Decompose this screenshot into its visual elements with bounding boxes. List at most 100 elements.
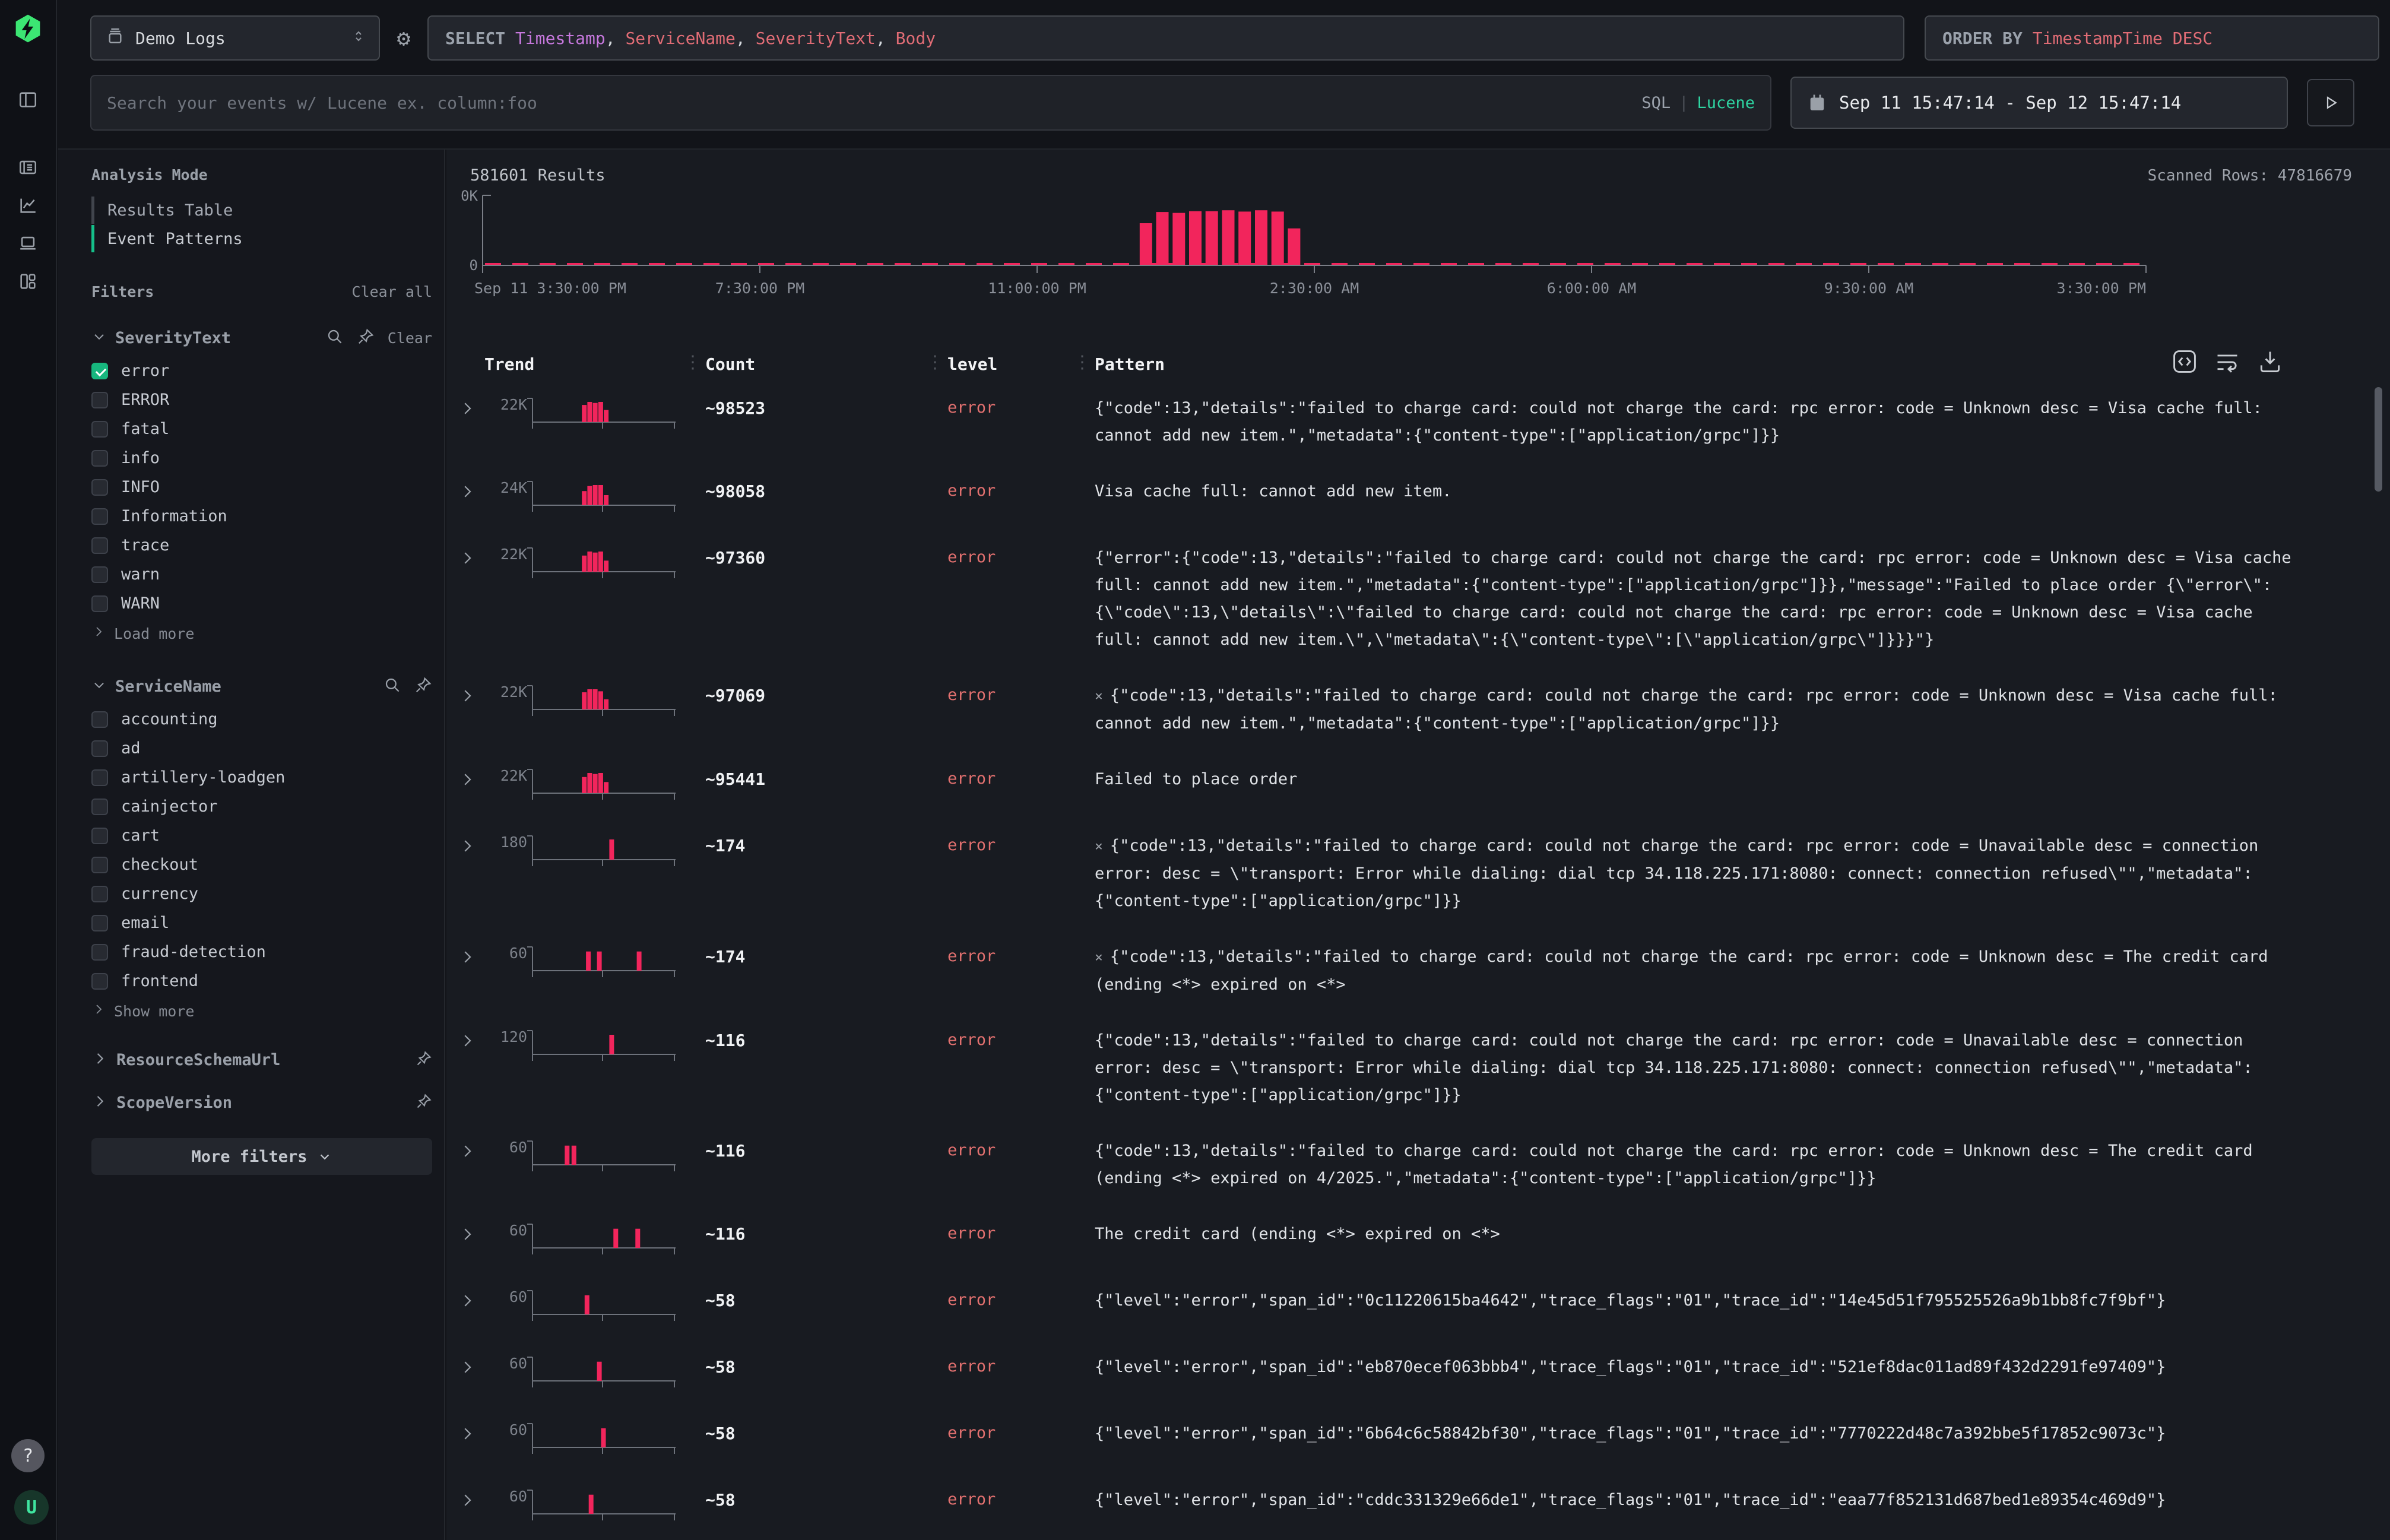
hyperdx-logo-icon[interactable] <box>12 13 43 44</box>
filter-option-ERROR[interactable]: ERROR <box>91 385 432 414</box>
filter-group-ResourceSchemaUrl[interactable]: ResourceSchemaUrl <box>91 1050 432 1069</box>
time-range-picker[interactable]: Sep 11 15:47:14 - Sep 12 15:47:14 <box>1790 77 2288 129</box>
sessions-icon[interactable] <box>16 232 40 255</box>
chevron-down-icon[interactable] <box>91 329 107 347</box>
checkbox[interactable] <box>91 508 108 525</box>
row-expand-chevron-icon[interactable] <box>458 1137 484 1162</box>
pin-icon[interactable] <box>416 1093 432 1112</box>
select-clause-input[interactable]: SELECT Timestamp, ServiceName, SeverityT… <box>427 15 1904 61</box>
pattern-cell[interactable]: {"level":"error","span_id":"6b64c6c58842… <box>1095 1420 2306 1447</box>
filter-option-Information[interactable]: Information <box>91 502 432 531</box>
search-input[interactable]: Search your events w/ Lucene ex. column:… <box>90 75 1771 131</box>
column-header-level[interactable]: ⋮level <box>947 354 1095 374</box>
filter-option-INFO[interactable]: INFO <box>91 473 432 502</box>
show-more-button[interactable]: Show more <box>91 996 432 1026</box>
pattern-cell[interactable]: {"code":13,"details":"failed to charge c… <box>1095 395 2306 449</box>
pattern-cell[interactable]: The credit card (ending <*> expired on <… <box>1095 1221 2306 1248</box>
load-more-button[interactable]: Load more <box>91 618 432 649</box>
column-drag-handle-icon[interactable]: ⋮ <box>1073 352 1091 373</box>
column-header-pattern[interactable]: ⋮Pattern <box>1095 354 2352 374</box>
column-drag-handle-icon[interactable]: ⋮ <box>684 352 702 373</box>
row-expand-chevron-icon[interactable] <box>458 395 484 420</box>
checkbox[interactable] <box>91 915 108 931</box>
events-histogram[interactable]: 80K0Sep 11 3:30:00 PM7:30:00 PM11:00:00 … <box>461 188 2352 324</box>
column-header-trend[interactable]: Trend <box>484 354 705 374</box>
filter-option-email[interactable]: email <box>91 908 432 937</box>
chevron-down-icon[interactable] <box>91 677 107 695</box>
row-expand-chevron-icon[interactable] <box>458 1027 484 1052</box>
row-expand-chevron-icon[interactable] <box>458 1487 484 1512</box>
pin-icon[interactable] <box>414 676 432 696</box>
filter-option-trace[interactable]: trace <box>91 531 432 560</box>
lang-sql-toggle[interactable]: SQL <box>1641 94 1671 112</box>
filter-option-ad[interactable]: ad <box>91 734 432 763</box>
checkbox[interactable] <box>91 711 108 728</box>
download-icon[interactable] <box>2257 348 2283 377</box>
view-code-icon[interactable] <box>2172 348 2198 377</box>
row-expand-chevron-icon[interactable] <box>458 1287 484 1312</box>
pattern-cell[interactable]: {"code":13,"details":"failed to charge c… <box>1095 1027 2306 1109</box>
pattern-cell[interactable]: {"error":{"code":13,"details":"failed to… <box>1095 544 2306 654</box>
filter-option-currency[interactable]: currency <box>91 879 432 908</box>
scrollbar-thumb[interactable] <box>2375 387 2382 492</box>
checkbox[interactable] <box>91 363 108 379</box>
filter-option-artillery-loadgen[interactable]: artillery-loadgen <box>91 763 432 792</box>
row-expand-chevron-icon[interactable] <box>458 943 484 968</box>
orderby-clause-input[interactable]: ORDER BY TimestampTime DESC <box>1925 15 2379 61</box>
checkbox[interactable] <box>91 537 108 554</box>
checkbox[interactable] <box>91 392 108 408</box>
search-icon[interactable] <box>326 328 344 348</box>
help-button[interactable]: ? <box>11 1439 45 1472</box>
source-select[interactable]: Demo Logs <box>90 15 380 61</box>
pattern-cell[interactable]: ×{"code":13,"details":"failed to charge … <box>1095 943 2306 999</box>
row-expand-chevron-icon[interactable] <box>458 682 484 707</box>
pattern-cell[interactable]: Failed to place order <box>1095 766 2306 793</box>
run-query-button[interactable] <box>2307 79 2354 126</box>
filter-option-error[interactable]: error <box>91 356 432 385</box>
pattern-cell[interactable]: {"level":"error","span_id":"cddc331329e6… <box>1095 1487 2306 1514</box>
checkbox[interactable] <box>91 944 108 961</box>
source-settings-gear-icon[interactable]: ⚙ <box>385 25 423 51</box>
more-filters-button[interactable]: More filters <box>91 1138 432 1175</box>
pattern-cell[interactable]: ×{"code":13,"details":"failed to charge … <box>1095 832 2306 915</box>
filter-option-fatal[interactable]: fatal <box>91 414 432 443</box>
pattern-cell[interactable]: {"code":13,"details":"failed to charge c… <box>1095 1137 2306 1192</box>
search-icon[interactable] <box>383 676 401 696</box>
filter-option-cart[interactable]: cart <box>91 821 432 850</box>
filter-option-checkout[interactable]: checkout <box>91 850 432 879</box>
filter-option-frontend[interactable]: frontend <box>91 967 432 996</box>
column-header-count[interactable]: ⋮Count <box>705 354 947 374</box>
checkbox[interactable] <box>91 769 108 786</box>
row-expand-chevron-icon[interactable] <box>458 832 484 857</box>
checkbox[interactable] <box>91 421 108 438</box>
column-drag-handle-icon[interactable]: ⋮ <box>926 352 944 373</box>
row-expand-chevron-icon[interactable] <box>458 544 484 569</box>
row-expand-chevron-icon[interactable] <box>458 766 484 791</box>
search-logs-icon[interactable] <box>16 156 40 179</box>
checkbox[interactable] <box>91 479 108 496</box>
analysis-mode-event-patterns[interactable]: Event Patterns <box>91 225 432 252</box>
row-expand-chevron-icon[interactable] <box>458 1221 484 1246</box>
row-expand-chevron-icon[interactable] <box>458 1420 484 1445</box>
clear-group-button[interactable]: Clear <box>388 329 432 347</box>
sidebar-toggle-icon[interactable] <box>16 88 40 112</box>
pattern-cell[interactable]: ×{"code":13,"details":"failed to charge … <box>1095 682 2306 737</box>
checkbox[interactable] <box>91 828 108 844</box>
pattern-cell[interactable]: {"level":"error","span_id":"0c11220615ba… <box>1095 1287 2306 1314</box>
wrap-text-icon[interactable] <box>2214 348 2240 377</box>
row-expand-chevron-icon[interactable] <box>458 1354 484 1379</box>
checkbox[interactable] <box>91 857 108 873</box>
filter-option-cainjector[interactable]: cainjector <box>91 792 432 821</box>
clear-all-filters-button[interactable]: Clear all <box>352 283 432 300</box>
pin-icon[interactable] <box>416 1050 432 1069</box>
filter-option-info[interactable]: info <box>91 443 432 473</box>
checkbox[interactable] <box>91 450 108 467</box>
lang-lucene-toggle[interactable]: Lucene <box>1697 94 1755 112</box>
dashboards-icon[interactable] <box>16 270 40 293</box>
checkbox[interactable] <box>91 798 108 815</box>
chart-explorer-icon[interactable] <box>16 194 40 217</box>
analysis-mode-results-table[interactable]: Results Table <box>91 197 432 224</box>
pin-icon[interactable] <box>357 328 375 348</box>
filter-option-fraud-detection[interactable]: fraud-detection <box>91 937 432 967</box>
checkbox[interactable] <box>91 566 108 583</box>
